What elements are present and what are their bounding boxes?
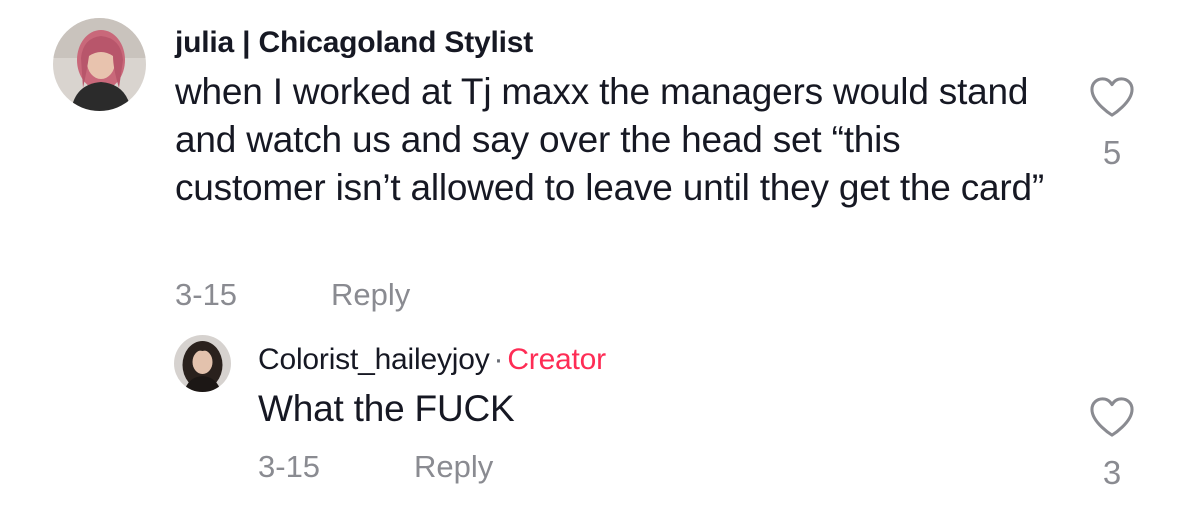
comment-text: when I worked at Tj maxx the managers wo… — [175, 71, 1045, 208]
heart-outline-icon[interactable] — [1089, 76, 1135, 118]
like-count: 5 — [1102, 134, 1122, 171]
reply-date: 3-15 — [258, 449, 321, 484]
reply-button[interactable]: Reply — [414, 449, 493, 485]
reply-meta: 3-15 Reply — [258, 449, 658, 489]
reply-username[interactable]: Colorist_haileyjoy — [258, 343, 490, 376]
like-control[interactable]: 5 — [1082, 76, 1142, 172]
creator-badge: Creator — [507, 343, 606, 376]
reply-text: What the FUCK — [258, 388, 515, 429]
reply-button[interactable]: Reply — [331, 277, 410, 313]
avatar[interactable] — [53, 18, 146, 111]
separator-dot: · — [493, 343, 504, 376]
avatar-image — [174, 335, 231, 392]
reply-username-line: Colorist_haileyjoy · Creator — [258, 343, 606, 377]
avatar-image — [53, 18, 146, 111]
like-control[interactable]: 3 — [1082, 396, 1142, 492]
heart-outline-icon[interactable] — [1089, 396, 1135, 438]
comment-date: 3-15 — [175, 277, 238, 312]
comment-meta: 3-15 Reply — [175, 277, 575, 317]
comment-username[interactable]: julia | Chicagoland Stylist — [175, 26, 533, 60]
like-count: 3 — [1102, 454, 1122, 491]
avatar[interactable] — [174, 335, 231, 392]
